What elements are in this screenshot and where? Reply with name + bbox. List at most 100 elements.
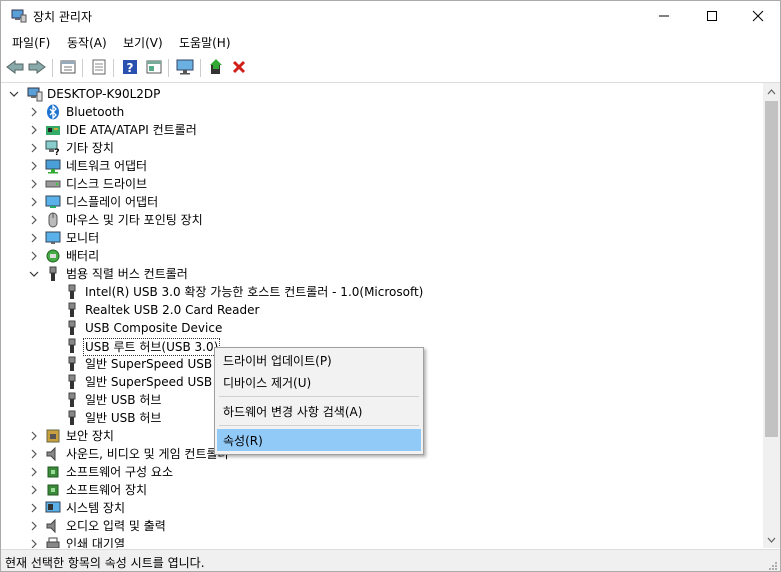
expand-icon[interactable] <box>29 535 39 548</box>
usb-device-icon <box>64 356 80 372</box>
monitor-device-icon <box>45 230 61 246</box>
expand-icon[interactable] <box>29 499 39 517</box>
usb-device-icon <box>64 392 80 408</box>
menu-bar: 파일(F) 동작(A) 보기(V) 도움말(H) <box>1 31 780 53</box>
tree-item-label: 디스크 드라이브 <box>66 177 148 191</box>
expand-icon[interactable] <box>29 481 39 499</box>
device-tree: DESKTOP-K90L2DP Bluetooth IDE ATA/ATAPI … <box>1 83 763 548</box>
update-driver-menu-item[interactable]: 드라이버 업데이트(P) <box>217 349 421 371</box>
svg-text:?: ? <box>127 61 134 75</box>
expand-icon[interactable] <box>29 427 39 445</box>
toolbar-separator <box>200 59 201 77</box>
tree-item-usb-controllers[interactable]: 범용 직렬 버스 컨트롤러 <box>1 265 761 283</box>
scan-hardware-menu-item[interactable]: 하드웨어 변경 사항 검색(A) <box>217 400 421 422</box>
properties-menu-item[interactable]: 속성(R) <box>217 429 421 451</box>
expand-icon[interactable] <box>29 211 39 229</box>
expand-icon[interactable] <box>29 121 39 139</box>
tree-item-usb-device[interactable]: Intel(R) USB 3.0 확장 가능한 호스트 컨트롤러 - 1.0(M… <box>1 283 761 301</box>
resize-grip-icon[interactable] <box>768 560 778 570</box>
back-icon[interactable] <box>6 58 24 76</box>
menu-help[interactable]: 도움말(H) <box>179 34 231 51</box>
tree-item-label: Intel(R) USB 3.0 확장 가능한 호스트 컨트롤러 - 1.0(M… <box>85 285 424 299</box>
uninstall-icon[interactable] <box>230 58 248 76</box>
tree-item-software-components[interactable]: 소프트웨어 구성 요소 <box>1 463 761 481</box>
computer-icon <box>27 86 43 102</box>
vertical-scrollbar[interactable] <box>763 83 780 548</box>
menu-item-label: 속성(R) <box>223 433 263 448</box>
title-bar: 장치 관리자 <box>1 1 780 31</box>
device-manager-window: 장치 관리자 파일(F) 동작(A) 보기(V) 도움말(H) ? DESKTO… <box>0 0 781 572</box>
toolbar-separator <box>168 59 169 77</box>
uninstall-device-menu-item[interactable]: 디바이스 제거(U) <box>217 371 421 393</box>
properties-icon[interactable] <box>59 58 77 76</box>
tree-item-usb-device[interactable]: USB Composite Device <box>1 319 761 337</box>
expand-icon[interactable] <box>29 517 39 535</box>
speaker-icon <box>45 446 61 462</box>
tree-item-other-devices[interactable]: ? 기타 장치 <box>1 139 761 158</box>
menu-item-label: 하드웨어 변경 사항 검색(A) <box>223 404 363 419</box>
show-hide-icon[interactable] <box>90 58 108 76</box>
menu-action[interactable]: 동작(A) <box>67 34 107 51</box>
scroll-down-icon[interactable] <box>763 531 780 548</box>
update-driver-icon[interactable] <box>207 58 225 76</box>
expand-icon[interactable] <box>29 193 39 211</box>
toolbar-separator <box>82 59 83 77</box>
action-icon[interactable] <box>145 58 163 76</box>
expand-icon[interactable] <box>29 157 39 175</box>
scroll-up-icon[interactable] <box>763 83 780 100</box>
monitor-icon[interactable] <box>176 58 194 76</box>
expand-icon[interactable] <box>29 103 39 121</box>
tree-item-mice[interactable]: 마우스 및 기타 포인팅 장치 <box>1 211 761 229</box>
tree-item-label: 일반 USB 허브 <box>85 411 162 425</box>
minimize-button[interactable] <box>641 1 687 31</box>
tree-item-label: 네트워크 어댑터 <box>66 159 148 173</box>
scroll-thumb[interactable] <box>765 101 778 437</box>
collapse-icon[interactable] <box>29 265 39 283</box>
menu-separator <box>219 425 419 426</box>
tree-item-label: USB 루트 허브(USB 3.0) <box>83 338 221 356</box>
tree-item-monitors[interactable]: 모니터 <box>1 229 761 247</box>
tree-item-software-devices[interactable]: 소프트웨어 장치 <box>1 481 761 499</box>
help-icon[interactable]: ? <box>121 58 139 76</box>
menu-view[interactable]: 보기(V) <box>123 34 163 51</box>
tree-item-label: 마우스 및 기타 포인팅 장치 <box>66 213 203 227</box>
tree-item-label: Realtek USB 2.0 Card Reader <box>85 303 260 317</box>
expand-icon[interactable] <box>29 229 39 247</box>
menu-item-label: 드라이버 업데이트(P) <box>223 353 332 368</box>
tree-item-network-adapters[interactable]: 네트워크 어댑터 <box>1 157 761 175</box>
audio-icon <box>45 518 61 534</box>
close-button[interactable] <box>735 1 780 31</box>
tree-item-label: 배터리 <box>66 249 100 263</box>
tree-item-display-adapters[interactable]: 디스플레이 어댑터 <box>1 193 761 211</box>
tree-item-bluetooth[interactable]: Bluetooth <box>1 103 761 121</box>
expand-icon[interactable] <box>29 175 39 193</box>
menu-file[interactable]: 파일(F) <box>12 34 50 51</box>
expand-icon[interactable] <box>29 445 39 463</box>
tree-item-system-devices[interactable]: 시스템 장치 <box>1 499 761 517</box>
svg-text:?: ? <box>54 148 59 156</box>
tree-item-disk-drives[interactable]: 디스크 드라이브 <box>1 175 761 193</box>
tree-item-label: 오디오 입력 및 출력 <box>66 519 166 533</box>
tree-item-batteries[interactable]: 배터리 <box>1 247 761 265</box>
status-text: 현재 선택한 항목의 속성 시트를 엽니다. <box>5 556 205 570</box>
disk-drive-icon <box>45 176 61 192</box>
tree-item-label: Bluetooth <box>66 105 125 119</box>
forward-icon[interactable] <box>28 58 46 76</box>
collapse-icon[interactable] <box>9 85 19 103</box>
tree-item-label: 모니터 <box>66 231 100 245</box>
tree-item-print-queues[interactable]: 인쇄 대기열 <box>1 535 761 548</box>
tree-item-label: 인쇄 대기열 <box>66 537 126 548</box>
expand-icon[interactable] <box>29 247 39 265</box>
tree-item-audio-io[interactable]: 오디오 입력 및 출력 <box>1 517 761 535</box>
unknown-device-icon: ? <box>45 140 61 158</box>
tree-item-usb-device[interactable]: Realtek USB 2.0 Card Reader <box>1 301 761 319</box>
tree-item-ide-ata[interactable]: IDE ATA/ATAPI 컨트롤러 <box>1 121 761 139</box>
tree-item-label: 소프트웨어 장치 <box>66 483 148 497</box>
expand-icon[interactable] <box>29 139 39 157</box>
tree-root[interactable]: DESKTOP-K90L2DP <box>1 85 761 103</box>
computer-name: DESKTOP-K90L2DP <box>47 87 161 101</box>
tree-item-label: USB Composite Device <box>85 321 223 335</box>
maximize-button[interactable] <box>689 1 735 31</box>
tree-item-label: 시스템 장치 <box>66 501 126 515</box>
expand-icon[interactable] <box>29 463 39 481</box>
